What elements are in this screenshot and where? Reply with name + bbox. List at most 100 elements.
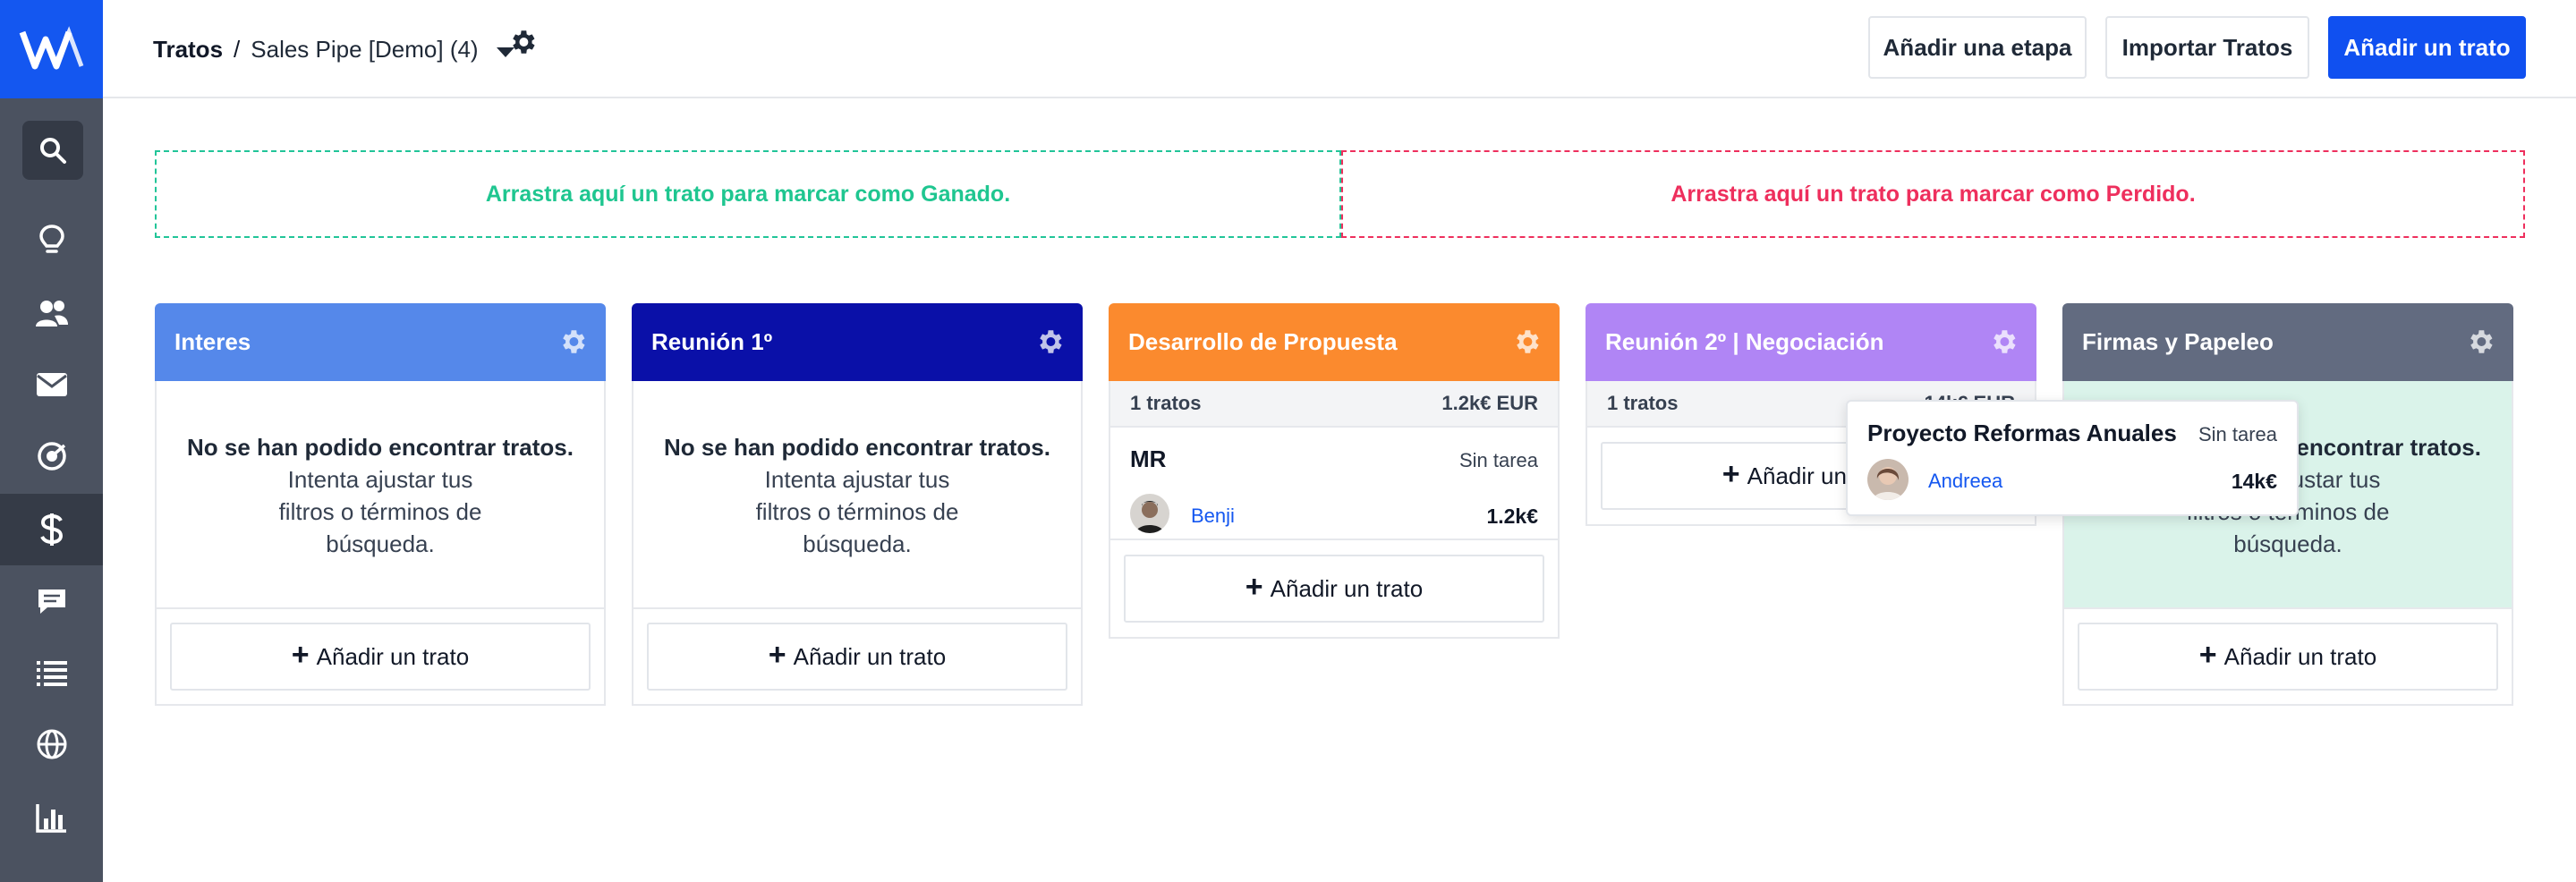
plus-icon: + <box>2198 638 2217 672</box>
add-deal-in-stage-button[interactable]: + Añadir un trato <box>2078 623 2498 691</box>
sidebar-item-ideas[interactable] <box>0 204 103 276</box>
plus-icon: + <box>1722 457 1740 491</box>
sidebar-item-reports[interactable] <box>0 782 103 853</box>
deal-owner-link[interactable]: Benji <box>1191 505 1235 528</box>
deal-task-status: Sin tarea <box>1458 449 1538 471</box>
logo-icon <box>19 26 83 70</box>
add-deal-row: + Añadir un trato <box>157 607 604 704</box>
empty-state: No se han podido encontrar tratos. Inten… <box>157 381 604 607</box>
sidebar-item-search[interactable] <box>22 121 83 180</box>
add-deal-in-stage-button[interactable]: + Añadir un trato <box>1124 555 1544 623</box>
sidebar-item-messages[interactable] <box>0 565 103 637</box>
chat-icon <box>38 589 65 614</box>
deal-count: 1 tratos <box>1607 392 1679 414</box>
search-icon <box>40 138 66 164</box>
stage-title: Reunión 2º | Negociación <box>1605 328 1884 355</box>
lightbulb-icon <box>38 225 64 253</box>
add-deal-row: + Añadir un trato <box>2064 607 2512 704</box>
deal-amount: 14k€ <box>2231 470 2277 493</box>
empty-hint-line: búsqueda. <box>803 530 912 557</box>
mail-icon <box>36 373 67 396</box>
add-deal-label: Añadir un trato <box>316 642 470 670</box>
pipeline-settings-button[interactable] <box>507 27 538 62</box>
gear-icon <box>1517 330 1539 353</box>
stage-body: 1 tratos 1.2k€ EUR MR Sin tarea Benji 1.… <box>1109 381 1560 639</box>
empty-hint-line: filtros o términos de <box>755 498 959 525</box>
empty-title: No se han podido encontrar tratos. <box>664 434 1050 461</box>
stage-settings-button[interactable] <box>2465 327 2495 363</box>
stage-column-interes: Interes No se han podido encontrar trato… <box>155 303 606 706</box>
sidebar-item-web[interactable] <box>0 708 103 780</box>
pipeline-selector[interactable]: Sales Pipe [Demo] (4) <box>251 36 478 64</box>
add-deal-in-stage-button[interactable]: + Añadir un trato <box>170 623 591 691</box>
dollar-icon <box>39 513 63 546</box>
sidebar-item-deals[interactable] <box>0 494 103 565</box>
stage-column-reunion-1: Reunión 1º No se han podido encontrar tr… <box>632 303 1083 706</box>
deal-total: 1.2k€ EUR <box>1441 392 1538 414</box>
empty-hint-line: búsqueda. <box>2233 530 2342 557</box>
stage-header[interactable]: Reunión 2º | Negociación <box>1586 303 2036 381</box>
stage-settings-button[interactable] <box>1034 327 1065 363</box>
empty-hint-line: búsqueda. <box>326 530 435 557</box>
stage-header[interactable]: Desarrollo de Propuesta <box>1109 303 1560 381</box>
deal-task-status: Sin tarea <box>2198 423 2277 445</box>
plus-icon: + <box>768 638 786 672</box>
empty-state: No se han podido encontrar tratos. Inten… <box>633 381 1081 607</box>
gear-icon <box>563 330 585 353</box>
contacts-icon <box>35 301 68 327</box>
add-deal-in-stage-button[interactable]: + Añadir un trato <box>647 623 1067 691</box>
target-icon <box>37 442 66 471</box>
add-deal-label: Añadir un trato <box>1270 574 1424 602</box>
import-deals-button[interactable]: Importar Tratos <box>2105 16 2309 79</box>
deal-owner-link[interactable]: Andreea <box>1928 470 2002 493</box>
stage-title: Desarrollo de Propuesta <box>1128 328 1398 355</box>
sidebar <box>0 0 103 882</box>
list-icon <box>36 661 67 686</box>
stage-title: Reunión 1º <box>651 328 773 355</box>
globe-icon <box>37 729 66 759</box>
stage-header[interactable]: Reunión 1º <box>632 303 1083 381</box>
sidebar-item-goals[interactable] <box>0 420 103 492</box>
deal-amount: 1.2k€ <box>1486 505 1538 528</box>
deal-card[interactable]: MR Sin tarea Benji 1.2k€ <box>1110 428 1558 540</box>
stage-header[interactable]: Interes <box>155 303 606 381</box>
breadcrumb-section[interactable]: Tratos <box>153 36 223 64</box>
dropzone-won[interactable]: Arrastra aquí un trato para marcar como … <box>155 150 1341 238</box>
stage-body: No se han podido encontrar tratos. Inten… <box>155 381 606 706</box>
dragging-deal-card[interactable]: Proyecto Reformas Anuales Sin tarea Andr… <box>1846 400 2299 516</box>
empty-hint-line: filtros o términos de <box>278 498 482 525</box>
plus-icon: + <box>1245 570 1263 604</box>
sidebar-item-lists[interactable] <box>0 637 103 708</box>
top-header: Tratos / Sales Pipe [Demo] (4) Añadir un… <box>103 0 2576 98</box>
stage-settings-button[interactable] <box>1511 327 1542 363</box>
stage-title: Interes <box>174 328 251 355</box>
stage-summary: 1 tratos 1.2k€ EUR <box>1110 381 1558 428</box>
empty-hint-line: Intenta ajustar tus <box>287 466 473 493</box>
add-deal-label: Añadir un trato <box>793 642 947 670</box>
bar-chart-icon <box>35 804 66 833</box>
add-deal-row: + Añadir un trato <box>633 607 1081 704</box>
stage-title: Firmas y Papeleo <box>2082 328 2274 355</box>
gear-icon <box>513 30 535 54</box>
sidebar-item-mail[interactable] <box>0 349 103 420</box>
deal-count: 1 tratos <box>1130 392 1202 414</box>
gear-icon <box>1040 330 1062 353</box>
empty-title: No se han podido encontrar tratos. <box>187 434 574 461</box>
stage-header[interactable]: Firmas y Papeleo <box>2062 303 2513 381</box>
add-deal-button[interactable]: Añadir un trato <box>2328 16 2526 79</box>
breadcrumb-separator: / <box>234 36 241 63</box>
stage-column-desarrollo: Desarrollo de Propuesta 1 tratos 1.2k€ E… <box>1109 303 1560 639</box>
dropzone-lost[interactable]: Arrastra aquí un trato para marcar como … <box>1341 150 2525 238</box>
stage-settings-button[interactable] <box>557 327 588 363</box>
plus-icon: + <box>291 638 310 672</box>
add-deal-row: + Añadir un trato <box>1110 540 1558 637</box>
avatar <box>1867 459 1909 500</box>
app-logo[interactable] <box>0 0 103 98</box>
add-stage-button[interactable]: Añadir una etapa <box>1868 16 2087 79</box>
sidebar-item-contacts[interactable] <box>0 277 103 349</box>
add-deal-label: Añadir un trato <box>2223 642 2377 670</box>
avatar <box>1130 494 1169 533</box>
stage-settings-button[interactable] <box>1988 327 2019 363</box>
gear-icon <box>1994 330 2016 353</box>
gear-icon <box>2470 330 2493 353</box>
